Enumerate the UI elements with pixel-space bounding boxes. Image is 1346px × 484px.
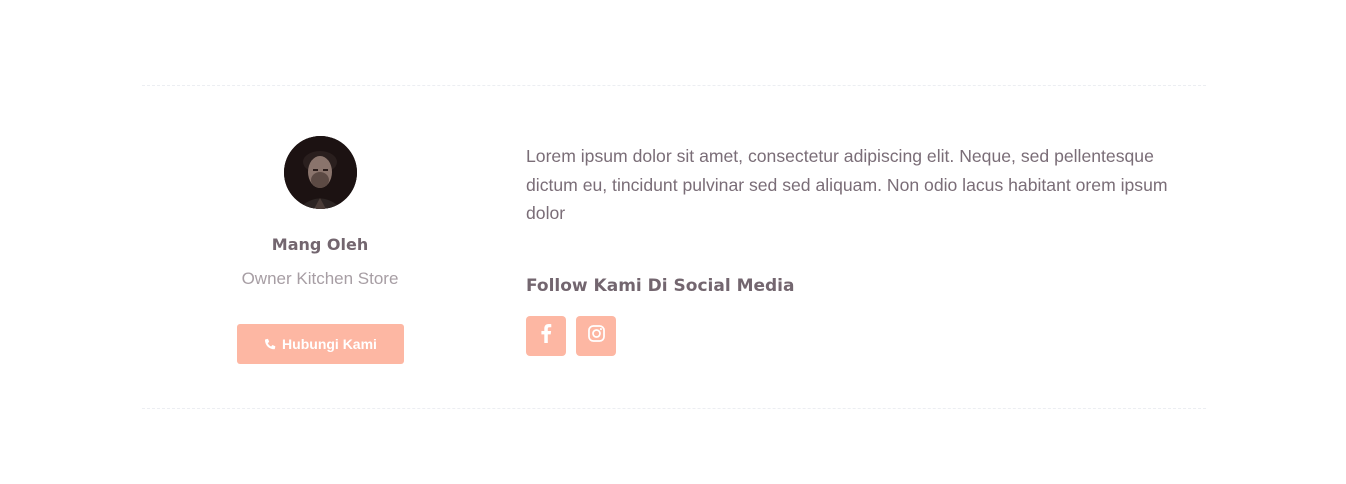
facebook-link[interactable] — [526, 315, 566, 356]
author-description: Lorem ipsum dolor sit amet, consectetur … — [526, 146, 1168, 223]
social-links — [526, 315, 1186, 356]
contact-button-label: Hubungi Kami — [282, 336, 377, 352]
avatar-photo — [283, 136, 357, 209]
bottom-divider — [142, 408, 1206, 409]
social-heading: Follow Kami Di Social Media — [526, 275, 795, 296]
author-name: Mang Oleh — [271, 235, 369, 254]
instagram-icon — [587, 324, 606, 348]
top-divider — [142, 85, 1206, 86]
author-profile: Mang Oleh Owner Kitchen Store Hubungi Ka… — [200, 136, 440, 364]
facebook-icon — [540, 323, 552, 348]
author-box-section: Mang Oleh Owner Kitchen Store Hubungi Ka… — [0, 0, 1346, 484]
avatar — [283, 136, 357, 209]
instagram-link[interactable] — [576, 315, 616, 356]
author-content: Lorem ipsum dolor sit amet, consectetur … — [526, 142, 1186, 356]
contact-button[interactable]: Hubungi Kami — [236, 324, 404, 364]
author-role: Owner Kitchen Store — [241, 269, 399, 288]
phone-icon — [263, 337, 277, 351]
